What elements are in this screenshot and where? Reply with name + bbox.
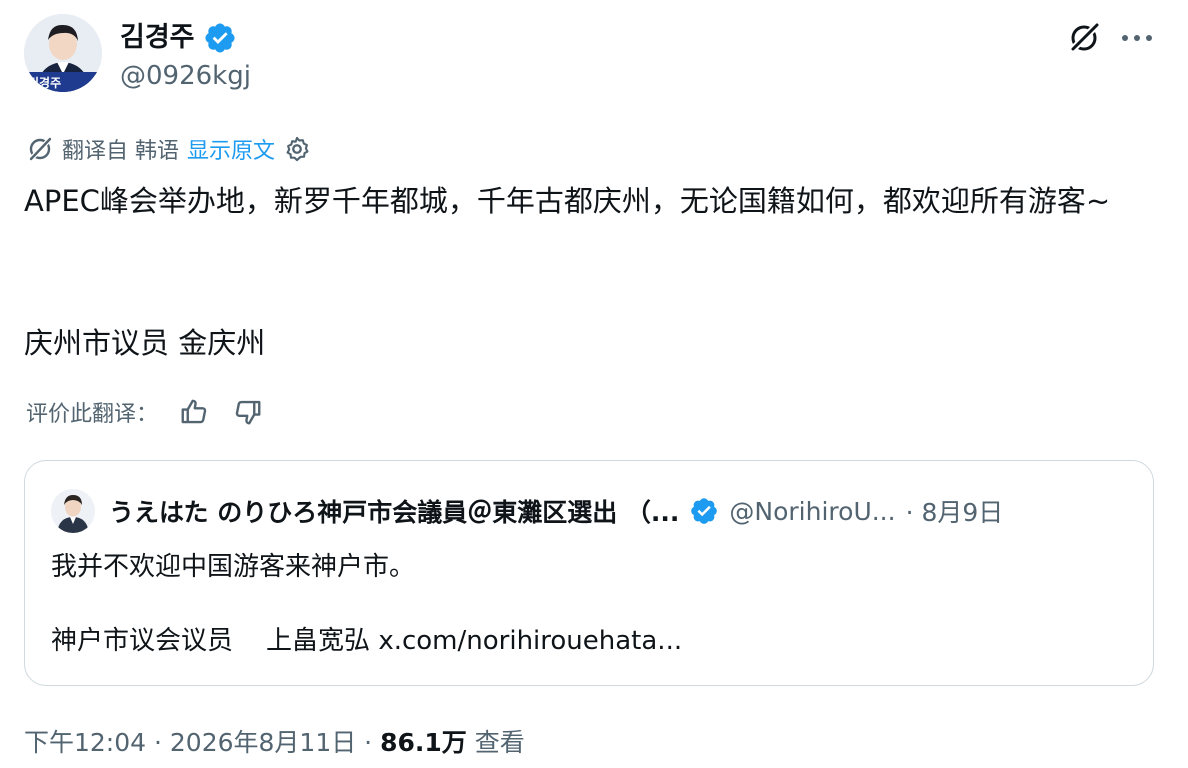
quoted-tweet-card[interactable]: うえはた のりひろ神戸市会議員＠東灘区選出 （... @NorihiroU...… [24, 460, 1154, 686]
quoted-author-avatar[interactable] [51, 489, 95, 533]
tweet-body: APEC峰会举办地，新罗千年都城，千年古都庆州，无论国籍如何，都欢迎所有游客~ [24, 184, 1111, 218]
verified-badge-icon [205, 23, 235, 53]
verified-badge-icon [691, 498, 718, 524]
tweet-timestamp[interactable]: 下午12:04 · 2026年8月11日 · [24, 723, 380, 759]
quoted-header: うえはた のりひろ神戸市会議員＠東灘区選出 （... @NorihiroU...… [109, 489, 1003, 533]
quoted-avatar-image [51, 489, 95, 533]
quoted-text: 我并不欢迎中国游客来神户市。 [51, 552, 416, 582]
translation-source-label: 翻译自 韩语 [62, 139, 179, 164]
tweet-signature: 庆州市议员 金庆州 [24, 326, 266, 360]
views-label: 查看 [466, 728, 525, 757]
translation-row: 翻译自 韩语 显示原文 [26, 130, 311, 168]
author-handle[interactable]: @0926kgj [120, 58, 251, 94]
more-button[interactable] [1114, 18, 1160, 58]
thumbs-down-icon [235, 400, 261, 425]
quoted-handle[interactable]: @NorihiroU... [729, 497, 895, 526]
view-count: 86.1万 [380, 728, 467, 757]
quoted-display-name[interactable]: うえはた のりひろ神戸市会議員＠東灘区選出 （... [109, 493, 679, 529]
tweet-text: APEC峰会举办地，新罗千年都城，千年古都庆州，无论国籍如何，都欢迎所有游客~ [24, 176, 1154, 226]
quoted-date[interactable]: · 8月9日 [906, 493, 1004, 529]
grok-button[interactable] [1062, 18, 1106, 58]
author-display-name[interactable]: 김경주 [120, 18, 195, 58]
rate-translation-label: 评价此翻译： [26, 402, 159, 427]
tweet-meta: 下午12:04 · 2026年8月11日 · 86.1万 查看 [24, 720, 525, 762]
rate-translation-row: 评价此翻译： [26, 392, 266, 432]
thumbs-up-button[interactable] [176, 394, 212, 430]
more-icon [1122, 35, 1152, 41]
translate-icon [28, 137, 52, 162]
quoted-signature: 神户市议会议员 上畠宽弘 x.com/norihirouehata... [51, 626, 683, 656]
avatar[interactable]: 김경주 [24, 14, 102, 92]
grok-icon [1069, 23, 1099, 53]
avatar-banner-text: 김경주 [28, 76, 62, 90]
thumbs-down-button[interactable] [230, 394, 266, 430]
settings-icon[interactable] [283, 135, 311, 163]
thumbs-up-icon [181, 399, 207, 424]
show-original-link[interactable]: 显示原文 [187, 133, 275, 165]
author-name-row: 김경주 [120, 18, 237, 58]
